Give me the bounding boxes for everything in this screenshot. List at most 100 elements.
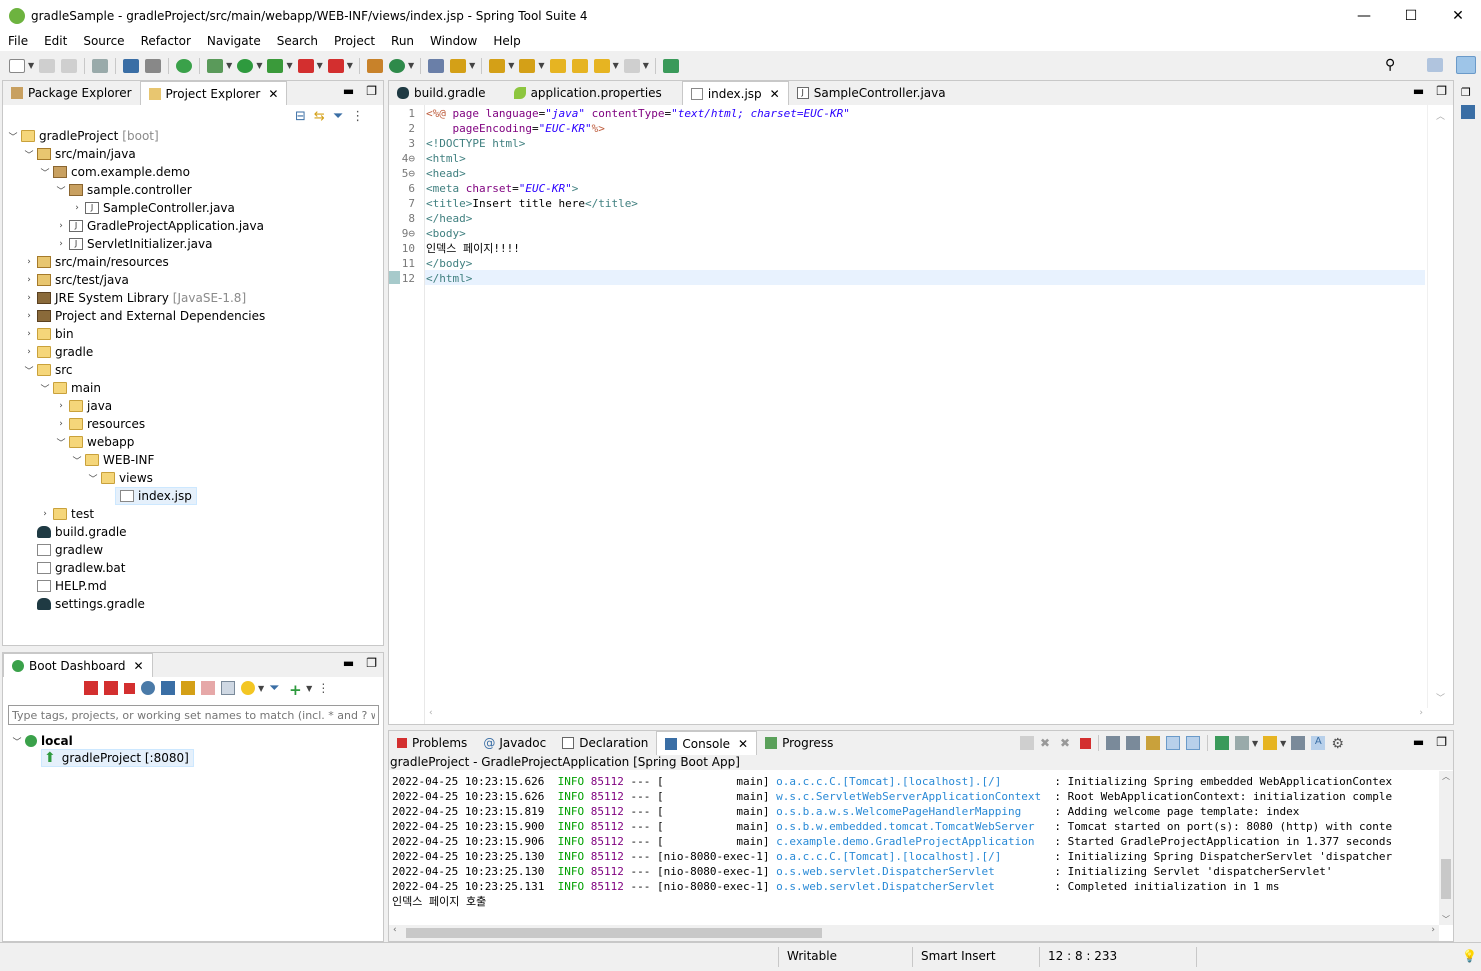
tree-item[interactable]: › src/test/java [3,271,383,289]
word-wrap-icon[interactable] [1146,736,1160,750]
tab-problems[interactable]: Problems [389,731,475,755]
tab-application-properties[interactable]: application.properties [506,81,670,105]
minimize-icon[interactable]: ▬ [343,656,354,670]
filter-icon[interactable]: ⏷ [269,681,283,696]
menu-search[interactable]: Search [269,34,326,48]
restart-icon[interactable] [84,681,98,695]
terminal-icon[interactable] [123,58,140,73]
menu-file[interactable]: File [0,34,36,48]
previous-annotation-icon[interactable] [519,58,536,73]
boot-filter-input[interactable] [8,705,379,725]
stop-icon[interactable] [297,58,314,73]
chevron-right-icon[interactable]: › [55,239,67,249]
add-icon[interactable]: + [289,681,303,699]
maximize-icon[interactable]: ❐ [1436,84,1447,98]
open-perspective-icon[interactable] [1427,58,1443,72]
new-icon[interactable] [9,58,25,73]
open-browser-icon[interactable] [141,681,155,695]
minimize-icon[interactable]: ▬ [343,84,354,98]
tab-declaration[interactable]: Declaration [554,731,656,755]
maximize-icon[interactable]: ❐ [1436,735,1447,749]
pin-console-icon[interactable] [1215,736,1229,750]
tab-boot-dashboard[interactable]: Boot Dashboard ✕ [3,653,153,677]
tree-item[interactable]: gradlew.bat [3,559,383,577]
menu-window[interactable]: Window [422,34,485,48]
tab-progress[interactable]: Progress [757,731,841,755]
minimize-button[interactable]: — [1341,0,1387,31]
chevron-down-icon[interactable]: ﹀ [11,735,23,748]
stop-dropdown-icon[interactable]: ▼ [317,61,323,70]
print-icon[interactable] [92,58,109,73]
clear-console-icon[interactable] [1106,736,1120,750]
restore-icon[interactable]: ❐ [1461,86,1479,99]
collapse-all-icon[interactable]: ⊟ [295,109,306,124]
scroll-thumb[interactable] [406,928,822,938]
debug-dropdown-icon[interactable]: ▼ [226,61,232,70]
tree-item[interactable]: build.gradle [3,523,383,541]
scroll-lock-icon[interactable] [1126,736,1140,750]
chevron-right-icon[interactable]: › [55,419,67,429]
filter-icon[interactable]: ⏷ [333,109,343,124]
tab-index-jsp[interactable]: index.jsp ✕ [681,81,789,105]
next-annotation-dropdown-icon[interactable]: ▼ [508,61,514,70]
tree-item[interactable]: settings.gradle [3,595,383,613]
chevron-down-icon[interactable]: ﹀ [55,184,67,197]
restart-debug-icon[interactable] [104,681,118,695]
chevron-down-icon[interactable]: ﹀ [39,166,51,179]
tree-item[interactable]: › Project and External Dependencies [3,307,383,325]
spring-perspective-icon[interactable] [1456,56,1476,74]
tree-item[interactable]: › J ServletInitializer.java [3,235,383,253]
tree-item[interactable]: ﹀ gradleProject [boot] [3,127,383,145]
open-task-dropdown-icon[interactable]: ▼ [469,61,475,70]
tree-item[interactable]: › src/main/resources [3,253,383,271]
tree-item[interactable]: gradlew [3,541,383,559]
go-to-link-icon[interactable] [181,681,195,695]
chevron-right-icon[interactable]: › [39,509,51,519]
terminate-icon[interactable] [1080,737,1091,749]
forward-icon[interactable] [623,58,640,73]
run-dropdown-icon[interactable]: ▼ [256,61,262,70]
last-edit-icon[interactable] [549,58,566,73]
lightbulb-icon[interactable]: 💡 [1462,949,1477,963]
run-icon[interactable] [237,58,254,73]
chevron-right-icon[interactable]: › [23,257,35,267]
previous-annotation-dropdown-icon[interactable]: ▼ [538,61,544,70]
tree-item[interactable]: ﹀ sample.controller [3,181,383,199]
tab-package-explorer[interactable]: Package Explorer [3,81,140,105]
new-dropdown-icon[interactable]: ▼ [28,61,34,70]
chevron-down-icon[interactable]: ﹀ [23,364,35,377]
console-output[interactable]: 2022-04-25 10:23:15.626 INFO 85112 --- [… [389,771,1439,925]
minimize-icon[interactable]: ▬ [1413,84,1424,98]
tree-item[interactable]: HELP.md [3,577,383,595]
link-editor-icon[interactable]: ⇆ [314,109,325,124]
menu-run[interactable]: Run [383,34,422,48]
tree-item[interactable]: › test [3,505,383,523]
close-icon[interactable]: ✕ [268,87,278,101]
minimize-icon[interactable]: ▬ [1413,735,1424,749]
boot-start-icon[interactable] [176,58,193,73]
chevron-down-icon[interactable]: ﹀ [71,454,83,467]
tree-item[interactable]: › JRE System Library [JavaSE-1.8] [3,289,383,307]
chevron-right-icon[interactable]: › [55,221,67,231]
menu-edit[interactable]: Edit [36,34,75,48]
tree-item[interactable]: › java [3,397,383,415]
edit-icon[interactable] [201,681,215,695]
back-icon[interactable] [593,58,610,73]
save-icon[interactable] [39,58,56,73]
menu-source[interactable]: Source [75,34,132,48]
view-menu-icon[interactable]: ⋮ [351,109,364,124]
tree-item[interactable]: › J SampleController.java [3,199,383,217]
tree-item[interactable]: › J GradleProjectApplication.java [3,217,383,235]
tree-item[interactable]: ﹀ src/main/java [3,145,383,163]
display-console-icon[interactable] [1235,736,1249,750]
debug-icon[interactable] [207,58,224,73]
tree-item[interactable]: ﹀ main [3,379,383,397]
tree-item-selected[interactable]: index.jsp [3,487,383,505]
coverage-dropdown-icon[interactable]: ▼ [286,61,292,70]
open-task-icon[interactable] [450,58,467,73]
copy-icon[interactable] [1291,736,1306,750]
external-tools-dropdown-icon[interactable]: ▼ [347,61,353,70]
search-icon[interactable]: ⚲ [1385,57,1395,73]
horizontal-scrollbar[interactable]: ‹ › [425,708,1427,724]
tree-item[interactable]: › gradle [3,343,383,361]
